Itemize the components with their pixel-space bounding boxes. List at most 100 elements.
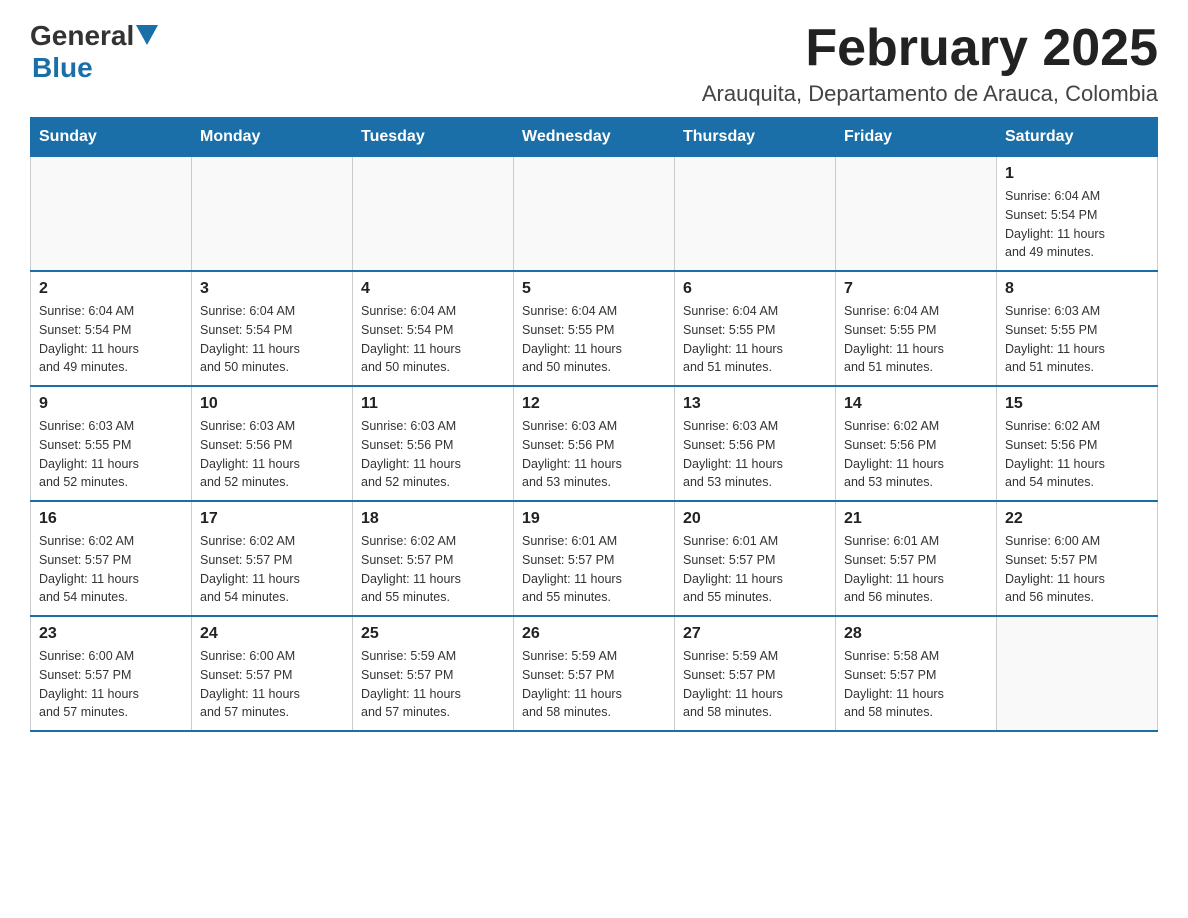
calendar-cell xyxy=(353,157,514,272)
calendar-week-row: 9 Sunrise: 6:03 AM Sunset: 5:55 PM Daylig… xyxy=(31,386,1158,501)
day-info: Sunrise: 6:01 AM Sunset: 5:57 PM Dayligh… xyxy=(844,532,988,607)
day-number: 24 xyxy=(200,625,344,643)
day-info: Sunrise: 6:01 AM Sunset: 5:57 PM Dayligh… xyxy=(683,532,827,607)
day-number: 15 xyxy=(1005,395,1149,413)
weekday-header-thursday: Thursday xyxy=(675,118,836,157)
day-info: Sunrise: 6:01 AM Sunset: 5:57 PM Dayligh… xyxy=(522,532,666,607)
day-number: 12 xyxy=(522,395,666,413)
day-info: Sunrise: 6:04 AM Sunset: 5:55 PM Dayligh… xyxy=(683,302,827,377)
calendar-table: SundayMondayTuesdayWednesdayThursdayFrid… xyxy=(30,117,1158,732)
calendar-header-row: SundayMondayTuesdayWednesdayThursdayFrid… xyxy=(31,118,1158,157)
day-number: 11 xyxy=(361,395,505,413)
day-info: Sunrise: 6:00 AM Sunset: 5:57 PM Dayligh… xyxy=(1005,532,1149,607)
calendar-cell: 23 Sunrise: 6:00 AM Sunset: 5:57 PM Dayli… xyxy=(31,616,192,731)
day-number: 9 xyxy=(39,395,183,413)
day-number: 2 xyxy=(39,280,183,298)
day-number: 10 xyxy=(200,395,344,413)
calendar-cell: 3Sunrise: 6:04 AM Sunset: 5:54 PM Daylig… xyxy=(192,271,353,386)
calendar-cell xyxy=(192,157,353,272)
day-info: Sunrise: 6:04 AM Sunset: 5:54 PM Dayligh… xyxy=(200,302,344,377)
day-number: 7 xyxy=(844,280,988,298)
calendar-cell xyxy=(31,157,192,272)
calendar-cell: 13 Sunrise: 6:03 AM Sunset: 5:56 PM Dayli… xyxy=(675,386,836,501)
day-info: Sunrise: 6:00 AM Sunset: 5:57 PM Dayligh… xyxy=(39,647,183,722)
day-info: Sunrise: 6:02 AM Sunset: 5:56 PM Dayligh… xyxy=(844,417,988,492)
day-number: 4 xyxy=(361,280,505,298)
day-info: Sunrise: 6:02 AM Sunset: 5:56 PM Dayligh… xyxy=(1005,417,1149,492)
day-info: Sunrise: 6:04 AM Sunset: 5:55 PM Dayligh… xyxy=(844,302,988,377)
calendar-cell: 12 Sunrise: 6:03 AM Sunset: 5:56 PM Dayli… xyxy=(514,386,675,501)
calendar-cell: 25Sunrise: 5:59 AM Sunset: 5:57 PM Dayli… xyxy=(353,616,514,731)
day-info: Sunrise: 6:04 AM Sunset: 5:54 PM Dayligh… xyxy=(361,302,505,377)
title-section: February 2025 Arauquita, Departamento de… xyxy=(702,20,1158,107)
weekday-header-sunday: Sunday xyxy=(31,118,192,157)
calendar-cell: 6 Sunrise: 6:04 AM Sunset: 5:55 PM Daylig… xyxy=(675,271,836,386)
weekday-header-monday: Monday xyxy=(192,118,353,157)
day-number: 19 xyxy=(522,510,666,528)
calendar-cell: 1Sunrise: 6:04 AM Sunset: 5:54 PM Daylig… xyxy=(997,157,1158,272)
calendar-cell: 7 Sunrise: 6:04 AM Sunset: 5:55 PM Daylig… xyxy=(836,271,997,386)
calendar-cell: 20Sunrise: 6:01 AM Sunset: 5:57 PM Dayli… xyxy=(675,501,836,616)
day-info: Sunrise: 6:04 AM Sunset: 5:54 PM Dayligh… xyxy=(39,302,183,377)
calendar-cell xyxy=(836,157,997,272)
day-number: 16 xyxy=(39,510,183,528)
day-number: 22 xyxy=(1005,510,1149,528)
day-number: 18 xyxy=(361,510,505,528)
page-subtitle: Arauquita, Departamento de Arauca, Colom… xyxy=(702,81,1158,107)
day-info: Sunrise: 6:02 AM Sunset: 5:57 PM Dayligh… xyxy=(39,532,183,607)
weekday-header-friday: Friday xyxy=(836,118,997,157)
day-number: 27 xyxy=(683,625,827,643)
day-info: Sunrise: 6:03 AM Sunset: 5:56 PM Dayligh… xyxy=(200,417,344,492)
calendar-cell: 24 Sunrise: 6:00 AM Sunset: 5:57 PM Dayli… xyxy=(192,616,353,731)
day-number: 26 xyxy=(522,625,666,643)
day-number: 8 xyxy=(1005,280,1149,298)
weekday-header-saturday: Saturday xyxy=(997,118,1158,157)
day-number: 13 xyxy=(683,395,827,413)
calendar-cell: 15 Sunrise: 6:02 AM Sunset: 5:56 PM Dayli… xyxy=(997,386,1158,501)
calendar-week-row: 1Sunrise: 6:04 AM Sunset: 5:54 PM Daylig… xyxy=(31,157,1158,272)
calendar-cell: 2 Sunrise: 6:04 AM Sunset: 5:54 PM Daylig… xyxy=(31,271,192,386)
day-info: Sunrise: 5:59 AM Sunset: 5:57 PM Dayligh… xyxy=(683,647,827,722)
calendar-cell: 4 Sunrise: 6:04 AM Sunset: 5:54 PM Daylig… xyxy=(353,271,514,386)
calendar-cell: 28Sunrise: 5:58 AM Sunset: 5:57 PM Dayli… xyxy=(836,616,997,731)
day-info: Sunrise: 6:03 AM Sunset: 5:55 PM Dayligh… xyxy=(39,417,183,492)
calendar-cell: 14 Sunrise: 6:02 AM Sunset: 5:56 PM Dayli… xyxy=(836,386,997,501)
day-info: Sunrise: 6:03 AM Sunset: 5:56 PM Dayligh… xyxy=(683,417,827,492)
day-info: Sunrise: 6:04 AM Sunset: 5:55 PM Dayligh… xyxy=(522,302,666,377)
weekday-header-wednesday: Wednesday xyxy=(514,118,675,157)
calendar-week-row: 16 Sunrise: 6:02 AM Sunset: 5:57 PM Dayli… xyxy=(31,501,1158,616)
calendar-cell: 5 Sunrise: 6:04 AM Sunset: 5:55 PM Daylig… xyxy=(514,271,675,386)
calendar-cell: 26 Sunrise: 5:59 AM Sunset: 5:57 PM Dayli… xyxy=(514,616,675,731)
calendar-cell xyxy=(514,157,675,272)
calendar-week-row: 2 Sunrise: 6:04 AM Sunset: 5:54 PM Daylig… xyxy=(31,271,1158,386)
calendar-cell: 9 Sunrise: 6:03 AM Sunset: 5:55 PM Daylig… xyxy=(31,386,192,501)
calendar-cell: 11 Sunrise: 6:03 AM Sunset: 5:56 PM Dayli… xyxy=(353,386,514,501)
calendar-cell: 8Sunrise: 6:03 AM Sunset: 5:55 PM Daylig… xyxy=(997,271,1158,386)
day-number: 21 xyxy=(844,510,988,528)
calendar-cell xyxy=(997,616,1158,731)
calendar-cell xyxy=(675,157,836,272)
calendar-cell: 21 Sunrise: 6:01 AM Sunset: 5:57 PM Dayli… xyxy=(836,501,997,616)
day-number: 28 xyxy=(844,625,988,643)
calendar-cell: 16 Sunrise: 6:02 AM Sunset: 5:57 PM Dayli… xyxy=(31,501,192,616)
logo-general-text: General xyxy=(30,20,134,52)
day-number: 14 xyxy=(844,395,988,413)
calendar-cell: 19 Sunrise: 6:01 AM Sunset: 5:57 PM Dayli… xyxy=(514,501,675,616)
calendar-week-row: 23 Sunrise: 6:00 AM Sunset: 5:57 PM Dayli… xyxy=(31,616,1158,731)
day-info: Sunrise: 6:03 AM Sunset: 5:56 PM Dayligh… xyxy=(361,417,505,492)
day-number: 17 xyxy=(200,510,344,528)
day-number: 6 xyxy=(683,280,827,298)
day-info: Sunrise: 6:02 AM Sunset: 5:57 PM Dayligh… xyxy=(361,532,505,607)
calendar-cell: 22 Sunrise: 6:00 AM Sunset: 5:57 PM Dayli… xyxy=(997,501,1158,616)
logo-blue-text: Blue xyxy=(32,52,93,84)
day-info: Sunrise: 6:02 AM Sunset: 5:57 PM Dayligh… xyxy=(200,532,344,607)
day-number: 5 xyxy=(522,280,666,298)
day-info: Sunrise: 6:04 AM Sunset: 5:54 PM Dayligh… xyxy=(1005,187,1149,262)
calendar-cell: 10 Sunrise: 6:03 AM Sunset: 5:56 PM Dayli… xyxy=(192,386,353,501)
day-info: Sunrise: 5:59 AM Sunset: 5:57 PM Dayligh… xyxy=(522,647,666,722)
day-info: Sunrise: 6:00 AM Sunset: 5:57 PM Dayligh… xyxy=(200,647,344,722)
page-title: February 2025 xyxy=(702,20,1158,77)
day-info: Sunrise: 6:03 AM Sunset: 5:56 PM Dayligh… xyxy=(522,417,666,492)
day-number: 23 xyxy=(39,625,183,643)
calendar-cell: 18 Sunrise: 6:02 AM Sunset: 5:57 PM Dayli… xyxy=(353,501,514,616)
